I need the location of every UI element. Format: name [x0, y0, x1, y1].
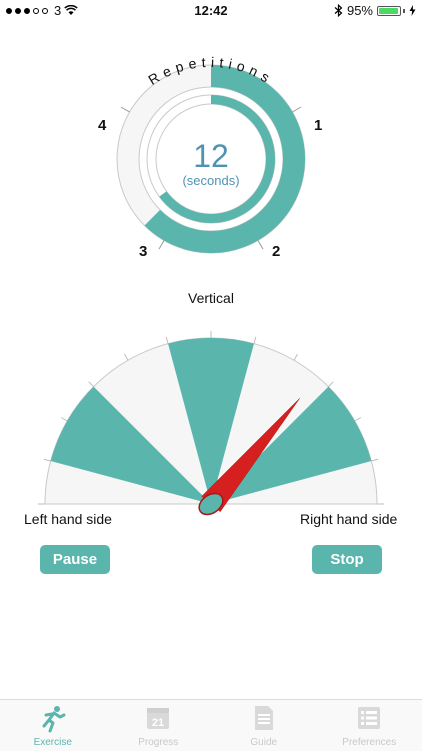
repetition-tick: [292, 107, 301, 112]
gauge-tick: [61, 418, 67, 422]
runner-icon: [39, 705, 67, 733]
left-hand-side-label: Left hand side: [24, 511, 112, 527]
stop-button[interactable]: Stop: [312, 545, 382, 574]
status-right: 95%: [334, 3, 416, 18]
calendar-icon: 21: [145, 705, 171, 731]
status-bar: 3 12:42 95%: [0, 0, 422, 22]
tab-exercise[interactable]: Exercise: [0, 700, 106, 751]
list-icon: [356, 705, 382, 731]
timer-unit: (seconds): [161, 173, 261, 188]
repetition-marker-3: 3: [139, 243, 147, 260]
tab-preferences[interactable]: Preferences: [317, 700, 422, 751]
gauge-tick: [125, 354, 129, 360]
gauge-tick: [254, 337, 256, 344]
tab-guide[interactable]: Guide: [211, 700, 317, 751]
tilt-gauge: [0, 320, 422, 520]
tab-exercise-label: Exercise: [0, 737, 106, 748]
vertical-label: Vertical: [0, 290, 422, 306]
tab-progress[interactable]: 21 Progress: [106, 700, 212, 751]
repetition-marker-1: 1: [314, 117, 322, 134]
gauge-tick: [89, 382, 94, 387]
tab-guide-label: Guide: [211, 737, 317, 748]
repetition-tick: [121, 107, 130, 112]
gauge-tick: [44, 459, 51, 461]
battery-tip: [403, 9, 405, 13]
pause-button[interactable]: Pause: [40, 545, 110, 574]
gauge-tick: [294, 354, 298, 360]
document-icon: [252, 705, 276, 731]
repetition-tick: [258, 240, 263, 249]
tab-preferences-label: Preferences: [317, 737, 422, 748]
charging-icon: [409, 5, 416, 16]
timer-value: 12: [161, 138, 261, 175]
repetition-tick: [159, 240, 164, 249]
tab-bar: Exercise 21 Progress Guide Preferences: [0, 699, 422, 751]
battery-icon: [377, 6, 401, 16]
bluetooth-icon: [334, 4, 343, 17]
repetition-marker-2: 2: [272, 243, 280, 260]
repetition-marker-4: 4: [98, 117, 106, 134]
right-hand-side-label: Right hand side: [300, 511, 397, 527]
gauge-tick: [328, 382, 333, 387]
svg-text:21: 21: [152, 717, 164, 729]
gauge-tick: [355, 418, 361, 422]
battery-percent: 95%: [347, 3, 373, 18]
tab-progress-label: Progress: [106, 737, 212, 748]
gauge-tick: [371, 459, 378, 461]
gauge-tick: [166, 337, 168, 344]
